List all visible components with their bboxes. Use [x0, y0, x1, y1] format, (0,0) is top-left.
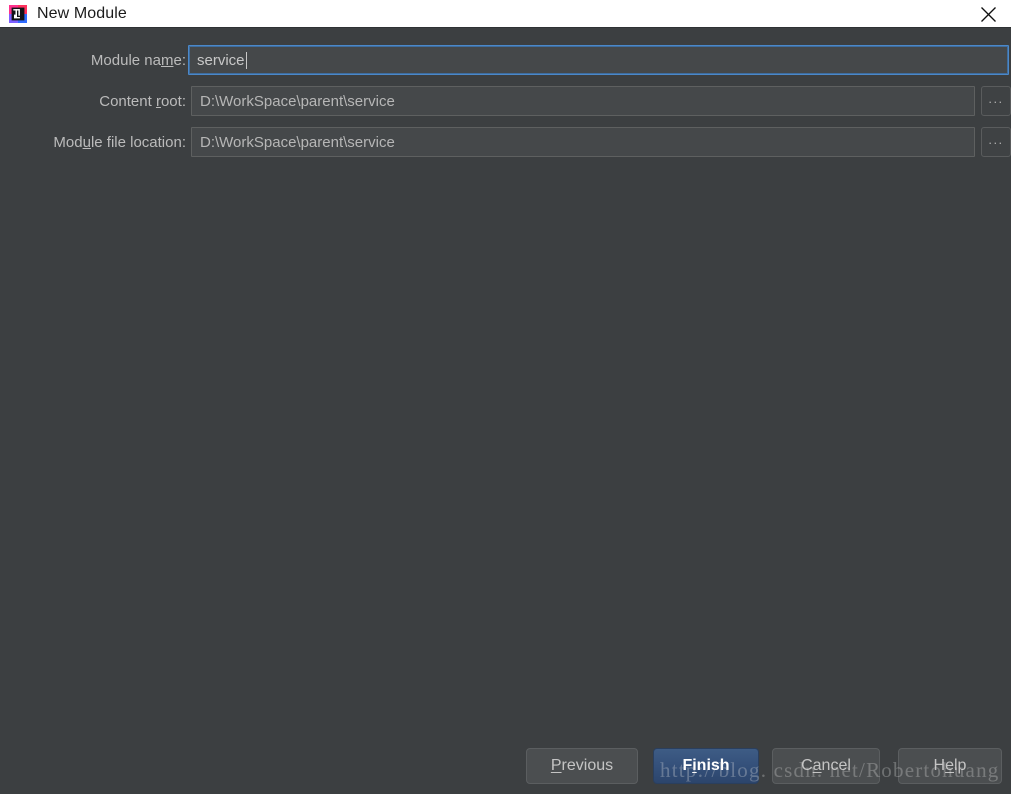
previous-button[interactable]: Previous: [526, 748, 638, 784]
module-file-location-value: D:\WorkSpace\parent\service: [200, 133, 395, 151]
close-icon[interactable]: [965, 0, 1011, 28]
dialog-button-bar: Previous Fi nish Ca ncel He lp: [0, 748, 1011, 794]
label-module-file-location: Module file location:: [53, 133, 186, 151]
finish-button[interactable]: Fi nish: [653, 748, 759, 784]
intellij-idea-icon: [9, 4, 27, 23]
form-row-module-name: Module name: service: [0, 45, 1011, 75]
new-module-dialog: New Module Module name: service Content …: [0, 0, 1011, 794]
form-row-content-root: Content root: D:\WorkSpace\parent\servic…: [0, 86, 1011, 116]
title-bar: New Module: [0, 0, 1011, 28]
window-title: New Module: [37, 4, 127, 22]
module-file-location-browse-button[interactable]: ...: [981, 127, 1011, 157]
form-row-module-file-location: Module file location: D:\WorkSpace\paren…: [0, 127, 1011, 157]
content-root-value: D:\WorkSpace\parent\service: [200, 92, 395, 110]
content-root-browse-button[interactable]: ...: [981, 86, 1011, 116]
module-name-value: service: [197, 51, 245, 69]
help-button[interactable]: He lp: [898, 748, 1002, 784]
cancel-button[interactable]: Ca ncel: [772, 748, 880, 784]
text-caret: [245, 51, 247, 69]
label-module-name: Module name:: [90, 51, 186, 69]
module-file-location-input[interactable]: D:\WorkSpace\parent\service: [191, 127, 975, 157]
label-content-root: Content root:: [99, 92, 186, 110]
module-name-input[interactable]: service: [188, 45, 1009, 75]
content-root-input[interactable]: D:\WorkSpace\parent\service: [191, 86, 975, 116]
